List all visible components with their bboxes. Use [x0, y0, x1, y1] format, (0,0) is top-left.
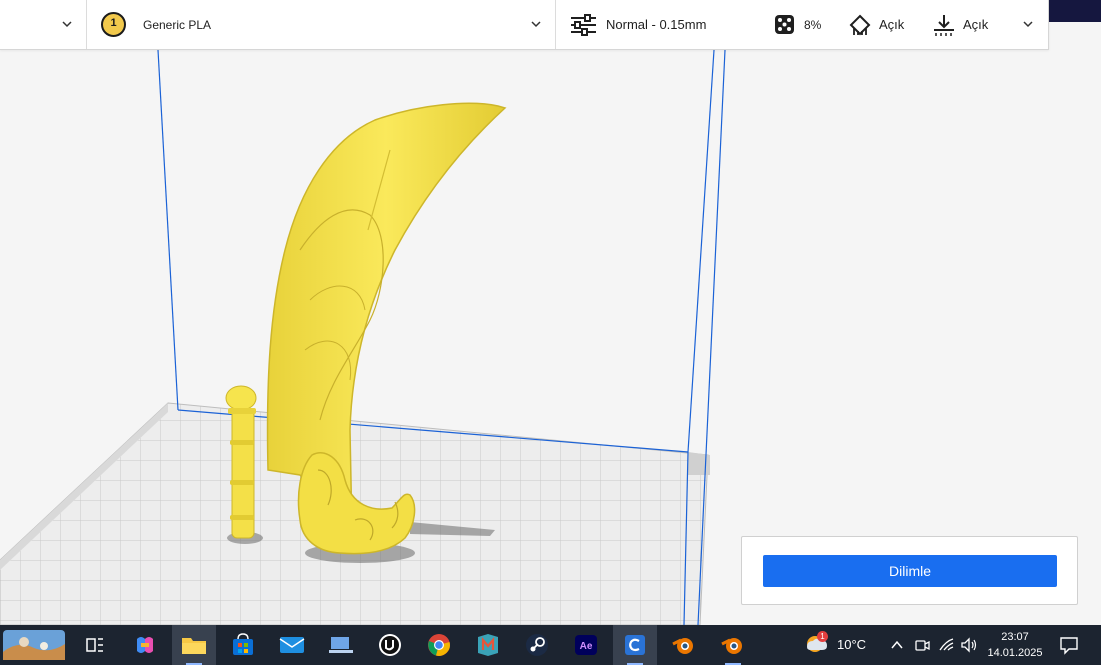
wifi-icon[interactable] — [938, 637, 954, 653]
vscode-icon[interactable] — [319, 625, 363, 665]
weather-widget[interactable]: 1 — [803, 631, 833, 659]
window-corner-block — [1049, 0, 1101, 22]
print-settings-toolbar: 1 Generic PLA Normal - 0.15mm 8% Açık Aç… — [0, 0, 1049, 50]
svg-text:Ae: Ae — [580, 641, 593, 652]
steam-icon[interactable] — [515, 625, 559, 665]
mail-icon[interactable] — [270, 625, 314, 665]
system-clock[interactable]: 23:07 14.01.2025 — [982, 629, 1048, 661]
build-plate-viewport[interactable] — [0, 0, 1101, 625]
meet-now-icon[interactable] — [914, 637, 930, 653]
blender-icon[interactable] — [662, 625, 706, 665]
chevron-up-icon[interactable] — [890, 639, 904, 651]
chrome-icon[interactable] — [417, 625, 461, 665]
infill-icon — [775, 15, 794, 34]
adhesion-icon — [934, 14, 954, 36]
print-profile-selector[interactable]: Normal - 0.15mm — [570, 0, 706, 49]
material-selector[interactable]: 1 Generic PLA — [101, 0, 211, 49]
chevron-down-icon[interactable] — [60, 17, 74, 31]
file-explorer-icon[interactable] — [172, 625, 216, 665]
extruder-icon: 1 — [101, 12, 126, 37]
adhesion-setting[interactable]: Açık — [933, 0, 988, 49]
maya-icon[interactable] — [466, 625, 510, 665]
volume-icon[interactable] — [960, 637, 978, 653]
chevron-down-icon[interactable] — [529, 17, 543, 31]
after-effects-icon[interactable]: Ae — [564, 625, 608, 665]
notifications-icon[interactable] — [1059, 635, 1079, 655]
windows-taskbar: Ae 1 10°C 23:07 14.01.2025 — [0, 625, 1101, 665]
infill-value: 8% — [804, 17, 822, 32]
clock-time: 23:07 — [1001, 631, 1029, 643]
blender-icon[interactable] — [711, 625, 755, 665]
profile-label: Normal - 0.15mm — [606, 17, 707, 32]
material-label: Generic PLA — [143, 17, 212, 32]
weather-badge: 1 — [817, 631, 828, 642]
microsoft-store-icon[interactable] — [221, 625, 265, 665]
sliders-icon — [571, 13, 596, 36]
temperature-text: 10°C — [837, 637, 867, 652]
support-icon — [849, 14, 871, 35]
unreal-engine-icon[interactable] — [368, 625, 412, 665]
chevron-down-icon[interactable] — [1021, 17, 1035, 31]
cura-icon[interactable] — [613, 625, 657, 665]
support-setting[interactable]: Açık — [849, 0, 904, 49]
infill-setting[interactable]: 8% — [774, 0, 821, 49]
support-value: Açık — [879, 17, 905, 32]
copilot-icon[interactable] — [123, 625, 167, 665]
slice-panel: Dilimle — [741, 536, 1078, 605]
adhesion-value: Açık — [963, 17, 989, 32]
clock-date: 14.01.2025 — [987, 647, 1043, 659]
slice-button[interactable]: Dilimle — [763, 555, 1057, 587]
start-widget-icon[interactable] — [0, 625, 68, 665]
task-view-icon[interactable] — [73, 625, 117, 665]
